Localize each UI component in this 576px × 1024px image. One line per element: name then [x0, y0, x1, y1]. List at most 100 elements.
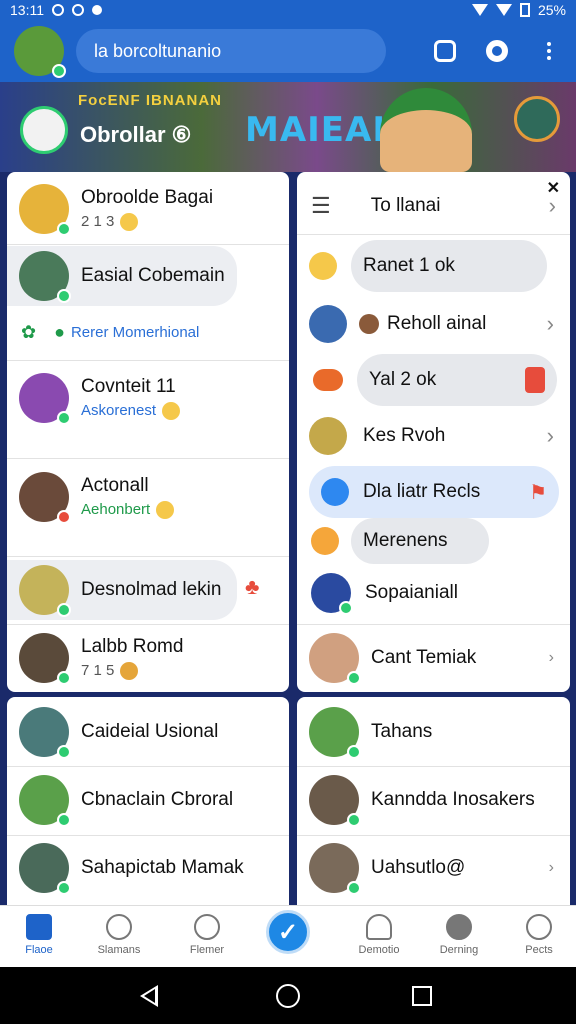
dot-icon: [92, 5, 102, 15]
menu-item[interactable]: Merenens: [297, 516, 570, 566]
banner-title: Obrollar ⑥: [80, 122, 192, 147]
emoji-icon: [311, 527, 339, 555]
list-item[interactable]: Kanndda Inosakers: [297, 771, 570, 829]
avatar: [19, 184, 71, 236]
nav-label: Pects: [525, 944, 553, 956]
chevron-right-icon: ›: [548, 859, 554, 876]
nav-profile[interactable]: Pects: [504, 914, 574, 956]
list-item[interactable]: Cbnaclain Cbroral: [7, 771, 289, 829]
chevron-right-icon: ›: [546, 311, 554, 336]
menu-label: Yal 2 ok: [369, 369, 437, 390]
camera-icon: [434, 40, 456, 62]
avatar: [309, 305, 347, 343]
home-circle-icon[interactable]: [276, 984, 300, 1008]
menu-item[interactable]: Reholl ainal ›: [297, 296, 570, 352]
nav-derning[interactable]: Derning: [424, 914, 494, 956]
signal-icon: [471, 4, 488, 16]
emoji-icon: [120, 662, 139, 681]
list-item[interactable]: Tahans: [297, 703, 570, 761]
avatar: [309, 775, 361, 827]
list-item[interactable]: Covnteit 11 Askorenest: [7, 366, 289, 430]
wifi-icon: [495, 4, 512, 16]
list-item[interactable]: Actonall Aehonbert: [7, 464, 289, 530]
back-icon[interactable]: [140, 985, 158, 1007]
right-contact-list: Tahans Kanndda Inosakers Uahsutlo@ ›: [297, 697, 570, 905]
character-badge: [514, 96, 560, 142]
list-item[interactable]: ✿ ● Rerer Momerhional: [7, 312, 289, 352]
menu-pill: Merenens: [351, 518, 489, 564]
chat-bubble-icon: ●: [54, 321, 65, 342]
battery-icon: [519, 3, 530, 17]
contact-name: Actonall: [81, 474, 149, 496]
check-icon: ✓: [277, 918, 299, 946]
contact-name: Sahapictab Mamak: [81, 857, 244, 878]
messenger-icon: [321, 478, 349, 506]
contact-name: Tahans: [371, 721, 433, 742]
avatar: [309, 707, 361, 759]
profile-avatar[interactable]: [14, 26, 66, 78]
nav-members[interactable]: Flemer: [172, 914, 242, 956]
nav-label: Derning: [439, 944, 479, 956]
camera-button[interactable]: [432, 38, 458, 64]
menu-item[interactable]: Sopaianiall: [297, 568, 570, 618]
menu-item[interactable]: Kes Rvoh ›: [297, 408, 570, 464]
menu-icon[interactable]: ☰: [311, 193, 331, 219]
contact-name: Cbnaclain Cbroral: [81, 789, 234, 810]
panel-title: To llanai: [370, 195, 441, 216]
nav-label: Slamans: [97, 944, 141, 956]
notification-icon: [52, 4, 64, 16]
list-item[interactable]: Lalbb Romd 7 1 5: [7, 628, 289, 688]
search-text: la borcoltunanio: [94, 40, 222, 61]
nav-status[interactable]: Slamans: [84, 914, 154, 956]
list-item[interactable]: Uahsutlo@ ›: [297, 839, 570, 897]
banner-art-text: MAIEAH: [245, 110, 402, 150]
menu-label: Cant Temiak: [371, 647, 477, 668]
contact-sub: Askorenest: [81, 402, 181, 421]
menu-label: Kes Rvoh: [363, 425, 446, 446]
menu-item[interactable]: Dla liatr Recls ⚑: [297, 464, 570, 520]
left-chat-panel: Obroolde Bagai 2 1 3 Easial Cobemain ✿ ●…: [7, 172, 289, 692]
alert-icon: ⚑: [529, 481, 547, 504]
menu-item[interactable]: Cant Temiak ›: [297, 628, 570, 688]
menu-label: Sopaianiall: [365, 582, 458, 603]
avatar-mini-icon: [359, 314, 379, 334]
search-bar[interactable]: la borcoltunanio: [76, 29, 386, 73]
character-illustration: [380, 88, 472, 172]
avatar: [19, 633, 71, 685]
contact-name: Lalbb Romd: [81, 635, 184, 657]
recents-icon[interactable]: [412, 986, 432, 1006]
header-banner: FocENF IBNANAN MAIEAH Obrollar ⑥: [0, 82, 576, 172]
chevron-right-icon: ›: [548, 649, 554, 666]
group-avatar[interactable]: [20, 106, 68, 154]
nav-home[interactable]: Flaoe: [4, 914, 74, 956]
avatar: [19, 373, 71, 425]
list-item[interactable]: Sahapictab Mamak: [7, 839, 289, 897]
menu-item[interactable]: Yal 2 ok: [297, 352, 570, 408]
list-item[interactable]: Caideial Usional: [7, 703, 289, 761]
status-time: 13:11: [10, 2, 44, 18]
contact-name: Covnteit 11: [81, 375, 176, 397]
menu-pill: Ranet 1 ok: [351, 240, 547, 292]
contact-sub: 2 1 3: [81, 213, 213, 232]
list-item[interactable]: Easial Cobemain: [7, 246, 237, 306]
menu-pill: Yal 2 ok: [357, 354, 557, 406]
list-item[interactable]: Desnolmad lekin: [7, 560, 237, 620]
emoji-icon: [162, 402, 181, 421]
menu-item[interactable]: Ranet 1 ok: [297, 238, 570, 294]
more-options-button[interactable]: [536, 38, 562, 64]
contact-sub: Aehonbert: [81, 501, 175, 520]
menu-label: Dla liatr Recls: [363, 481, 481, 502]
right-menu-panel: ✕ ☰ To llanai › Ranet 1 ok Reholl ainal …: [297, 172, 570, 692]
list-item[interactable]: Obroolde Bagai 2 1 3: [7, 178, 289, 240]
avatar: [311, 573, 353, 615]
chevron-right-icon[interactable]: ›: [549, 193, 556, 219]
nav-demotio[interactable]: Demotio: [344, 914, 414, 956]
contact-sub: Rerer Momerhional: [70, 323, 200, 341]
status-bar: 13:11 25%: [0, 0, 576, 20]
status-icon: [106, 914, 132, 940]
sync-icon: [72, 4, 84, 16]
badge-icon: [313, 369, 343, 391]
fab-button[interactable]: ✓: [266, 910, 310, 954]
app-bar: la borcoltunanio: [0, 20, 576, 82]
settings-button[interactable]: [484, 38, 510, 64]
